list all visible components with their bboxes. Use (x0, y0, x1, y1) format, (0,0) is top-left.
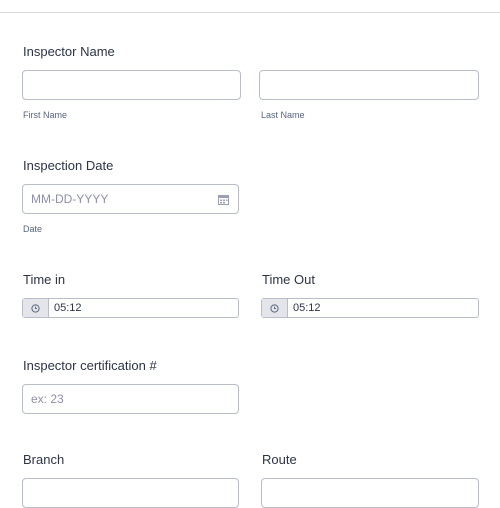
time-in-label: Time in (23, 272, 66, 287)
branch-field[interactable] (22, 478, 239, 508)
inspector-name-label: Inspector Name (23, 44, 115, 59)
route-label: Route (262, 452, 297, 467)
certification-field[interactable] (22, 384, 239, 414)
last-name-input[interactable] (260, 71, 478, 99)
time-out-field[interactable]: 05:12 (261, 298, 479, 318)
time-in-value[interactable]: 05:12 (49, 299, 82, 317)
time-out-value[interactable]: 05:12 (288, 299, 321, 317)
first-name-sublabel: First Name (23, 110, 68, 120)
clock-icon (31, 303, 40, 313)
date-sublabel: Date (23, 224, 43, 234)
route-field[interactable] (261, 478, 479, 508)
time-out-clock-button[interactable] (262, 299, 288, 317)
first-name-field[interactable] (22, 70, 241, 100)
date-field[interactable] (22, 184, 239, 214)
last-name-sublabel: Last Name (261, 110, 305, 120)
first-name-input[interactable] (23, 71, 240, 99)
form-top-divider (0, 12, 500, 13)
certification-input[interactable] (23, 385, 238, 413)
time-out-label: Time Out (262, 272, 315, 287)
time-in-field[interactable]: 05:12 (22, 298, 239, 318)
date-input[interactable] (23, 185, 238, 213)
branch-label: Branch (23, 452, 65, 467)
clock-icon (270, 303, 279, 313)
calendar-icon[interactable] (218, 194, 229, 205)
inspection-date-label: Inspection Date (23, 158, 114, 173)
last-name-field[interactable] (259, 70, 479, 100)
certification-label: Inspector certification # (23, 358, 157, 373)
time-in-clock-button[interactable] (23, 299, 49, 317)
